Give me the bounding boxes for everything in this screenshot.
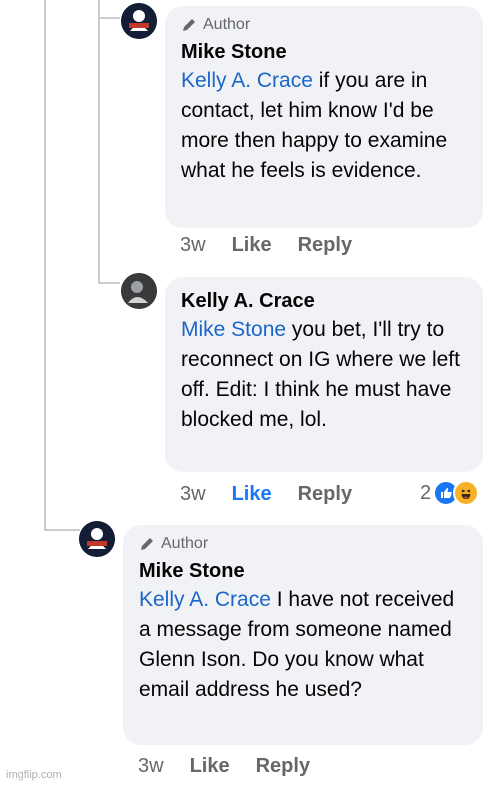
like-button[interactable]: Like: [190, 755, 230, 778]
reply-button[interactable]: Reply: [298, 234, 352, 257]
comment-bubble: Author Mike Stone Kelly A. Crace I have …: [123, 525, 483, 745]
comment-text: Kelly A. Crace if you are in contact, le…: [181, 66, 467, 186]
comment-actions: 3w Like Reply: [180, 483, 378, 506]
mention-link[interactable]: Kelly A. Crace: [139, 588, 271, 611]
reply-button[interactable]: Reply: [256, 755, 310, 778]
thread-line-nested: [98, 0, 100, 283]
avatar[interactable]: [121, 3, 157, 39]
comment-author-name[interactable]: Kelly A. Crace: [181, 287, 467, 315]
thread-line-nested-elbow-2: [98, 282, 120, 284]
comment-text: Mike Stone you bet, I'll try to reconnec…: [181, 315, 467, 435]
comment-text: Kelly A. Crace I have not received a mes…: [139, 585, 467, 705]
pencil-icon: [183, 19, 195, 31]
thread-line-nested-elbow-1: [98, 17, 120, 19]
like-button[interactable]: Like: [232, 483, 272, 506]
thread-line-main-elbow: [44, 529, 80, 531]
mention-link[interactable]: Kelly A. Crace: [181, 69, 313, 92]
author-badge: Author: [181, 16, 467, 34]
mention-link[interactable]: Mike Stone: [181, 318, 286, 341]
haha-icon: [453, 480, 480, 506]
thread-line-main: [44, 0, 46, 530]
comment-bubble: Kelly A. Crace Mike Stone you bet, I'll …: [165, 277, 483, 472]
pencil-icon: [141, 538, 153, 550]
comment-author-name[interactable]: Mike Stone: [181, 38, 467, 66]
timestamp[interactable]: 3w: [180, 234, 206, 257]
comment-actions: 3w Like Reply: [180, 234, 378, 257]
reply-button[interactable]: Reply: [298, 483, 352, 506]
watermark: imgflip.com: [6, 769, 62, 781]
reaction-count: 2: [420, 481, 432, 504]
comment-actions: 3w Like Reply: [138, 755, 336, 778]
like-button[interactable]: Like: [232, 234, 272, 257]
reaction-summary[interactable]: 2: [420, 480, 480, 506]
avatar[interactable]: [79, 521, 115, 557]
author-badge: Author: [139, 535, 467, 553]
comment-author-name[interactable]: Mike Stone: [139, 557, 467, 585]
comment-bubble: Author Mike Stone Kelly A. Crace if you …: [165, 6, 483, 228]
timestamp[interactable]: 3w: [180, 483, 206, 506]
avatar[interactable]: [121, 273, 157, 309]
timestamp[interactable]: 3w: [138, 755, 164, 778]
